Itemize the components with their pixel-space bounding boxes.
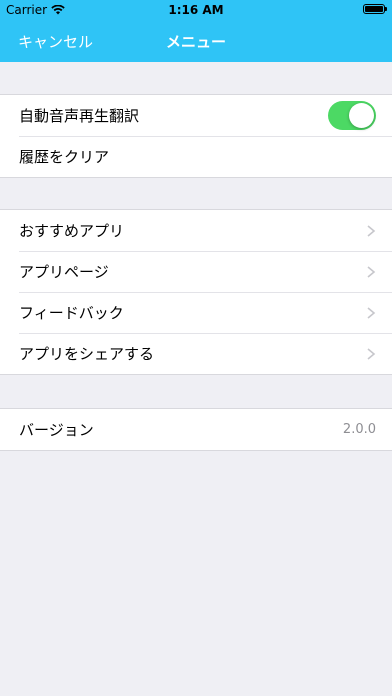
battery-level [365, 6, 383, 12]
list-item-app-page[interactable]: アプリページ [0, 251, 392, 292]
status-bar: Carrier 1:16 AM [0, 0, 392, 20]
list-item-feedback[interactable]: フィードバック [0, 292, 392, 333]
version-value: 2.0.0 [342, 422, 376, 437]
chevron-right-icon [367, 306, 376, 319]
page-title: メニュー [165, 33, 226, 51]
list-item-label: フィードバック [19, 304, 124, 322]
list-item-share-app[interactable]: アプリをシェアする [0, 333, 392, 374]
top-bar: Carrier 1:16 AM キャンセル メニュー [0, 0, 392, 62]
auto-play-row: 自動音声再生翻訳 [0, 95, 392, 136]
chevron-right-icon [367, 265, 376, 278]
chevron-right-icon [367, 224, 376, 237]
chevron-right-icon [367, 347, 376, 360]
list-item-recommended-apps[interactable]: おすすめアプリ [0, 210, 392, 251]
about-group: バージョン 2.0.0 [0, 408, 392, 451]
version-row: バージョン 2.0.0 [0, 409, 392, 450]
list-item-label: おすすめアプリ [19, 222, 125, 240]
auto-play-toggle[interactable] [328, 101, 376, 130]
settings-group: 自動音声再生翻訳 履歴をクリア [0, 94, 392, 178]
list-item-label: アプリをシェアする [19, 345, 155, 363]
toggle-knob [349, 103, 374, 128]
version-label: バージョン [19, 421, 94, 439]
apps-group: おすすめアプリ アプリページ フィードバック アプリをシェアする [0, 209, 392, 375]
navigation-bar: キャンセル メニュー [0, 20, 392, 62]
clear-history-row[interactable]: 履歴をクリア [0, 136, 392, 177]
list-item-label: アプリページ [19, 263, 109, 281]
status-time: 1:16 AM [168, 3, 224, 17]
auto-play-label: 自動音声再生翻訳 [19, 107, 140, 125]
clear-history-label: 履歴をクリア [19, 148, 110, 166]
battery-icon [363, 4, 387, 14]
